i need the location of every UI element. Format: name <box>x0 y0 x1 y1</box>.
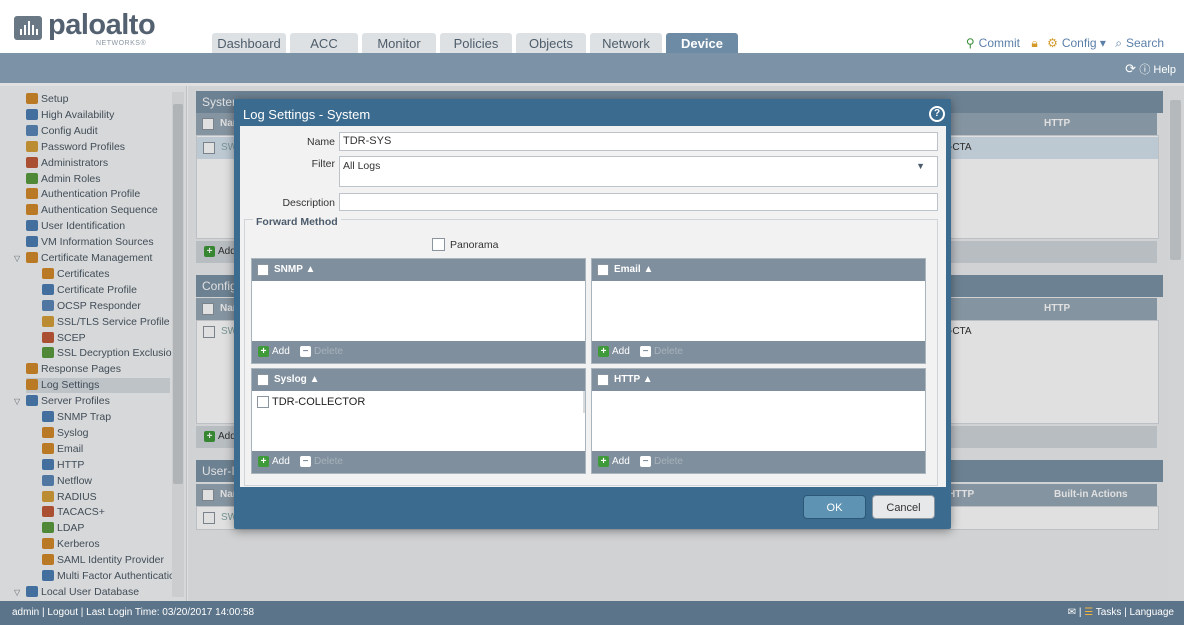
sub-toolbar <box>0 53 1184 83</box>
tab-monitor[interactable]: Monitor <box>362 33 436 53</box>
snmp-grid: SNMP ▲ + Add − Delete <box>251 258 586 364</box>
syslog-row-name: TDR-COLLECTOR <box>272 396 366 408</box>
logout-link[interactable]: Logout <box>47 607 78 618</box>
tab-objects[interactable]: Objects <box>516 33 586 53</box>
tasks-icon[interactable]: ☰ <box>1084 607 1093 618</box>
help-icon[interactable]: ⓘ <box>1139 64 1150 76</box>
syslog-row-checkbox[interactable] <box>257 396 269 408</box>
add-label: Add <box>272 456 290 467</box>
tasks-link[interactable]: Tasks <box>1096 607 1122 618</box>
email-add-button[interactable]: + Add <box>598 341 630 363</box>
description-label: Description <box>282 197 335 209</box>
plus-icon: + <box>258 346 269 357</box>
syslog-grid-scrollbar[interactable] <box>583 391 585 413</box>
add-label: Add <box>612 456 630 467</box>
name-input[interactable]: TDR-SYS <box>339 132 938 151</box>
dialog-title: Log Settings - System <box>243 107 371 122</box>
email-column[interactable]: Email ▲ <box>614 259 653 281</box>
http-select-all-checkbox[interactable] <box>597 374 609 386</box>
brand-name: paloalto <box>48 9 156 41</box>
status-left: admin | Logout | Last Login Time: 03/20/… <box>12 607 255 618</box>
minus-icon: − <box>300 456 311 467</box>
email-select-all-checkbox[interactable] <box>597 264 609 276</box>
delete-label: Delete <box>314 346 343 357</box>
http-grid-header[interactable]: HTTP ▲ <box>592 369 925 391</box>
paloalto-logo: paloalto NETWORKS® <box>14 9 156 50</box>
chevron-down-icon[interactable]: ▼ <box>916 161 925 171</box>
email-delete-button[interactable]: − Delete <box>640 341 683 363</box>
dialog-help-icon[interactable]: ? <box>929 106 945 122</box>
lock-icon[interactable]: 🔒︎ <box>1031 36 1037 50</box>
syslog-grid-footer: + Add − Delete <box>252 451 585 473</box>
snmp-grid-footer: + Add − Delete <box>252 341 585 363</box>
http-delete-button[interactable]: − Delete <box>640 451 683 473</box>
snmp-column[interactable]: SNMP ▲ <box>274 259 315 281</box>
snmp-select-all-checkbox[interactable] <box>257 264 269 276</box>
syslog-grid: Syslog ▲ TDR-COLLECTOR + Add − Delete <box>251 368 586 474</box>
status-user: admin <box>12 607 40 618</box>
syslog-grid-header[interactable]: Syslog ▲ <box>252 369 585 391</box>
email-grid-footer: + Add − Delete <box>592 341 925 363</box>
snmp-delete-button[interactable]: − Delete <box>300 341 343 363</box>
tab-acc[interactable]: ACC <box>290 33 358 53</box>
http-column[interactable]: HTTP ▲ <box>614 369 653 391</box>
filter-value: All Logs <box>343 160 381 172</box>
syslog-add-button[interactable]: + Add <box>258 451 290 473</box>
add-label: Add <box>612 346 630 357</box>
status-right: ✉ | ☰ Tasks | Language <box>1067 607 1175 618</box>
syslog-delete-button[interactable]: − Delete <box>300 451 343 473</box>
syslog-select-all-checkbox[interactable] <box>257 374 269 386</box>
add-label: Add <box>272 346 290 357</box>
config-menu[interactable]: Config ▾ <box>1062 36 1106 50</box>
tab-device[interactable]: Device <box>666 33 738 53</box>
language-link[interactable]: Language <box>1130 607 1175 618</box>
tab-policies[interactable]: Policies <box>440 33 512 53</box>
refresh-icon[interactable]: ⟳ <box>1125 61 1136 77</box>
http-grid: HTTP ▲ + Add − Delete <box>591 368 926 474</box>
minus-icon: − <box>640 346 651 357</box>
help-label[interactable]: Help <box>1153 64 1176 76</box>
commit-link[interactable]: Commit <box>979 36 1020 50</box>
tab-dashboard[interactable]: Dashboard <box>212 33 286 53</box>
search-icon[interactable]: ⌕ <box>1115 36 1122 50</box>
mail-icon[interactable]: ✉ <box>1068 607 1076 618</box>
delete-label: Delete <box>654 456 683 467</box>
logo-mark-icon <box>14 16 42 40</box>
email-grid-header[interactable]: Email ▲ <box>592 259 925 281</box>
http-grid-footer: + Add − Delete <box>592 451 925 473</box>
syslog-column[interactable]: Syslog ▲ <box>274 369 319 391</box>
plus-icon: + <box>258 456 269 467</box>
help-link[interactable]: ⓘ Help <box>1139 61 1176 77</box>
list-item[interactable]: TDR-COLLECTOR <box>252 394 585 411</box>
description-input[interactable] <box>339 193 938 211</box>
forward-method-label: Forward Method <box>253 216 341 228</box>
search-link[interactable]: Search <box>1126 36 1164 50</box>
top-actions: ⚲ Commit 🔒︎ ⚙ Config ▾ ⌕ Search <box>962 36 1164 51</box>
delete-label: Delete <box>654 346 683 357</box>
ok-button[interactable]: OK <box>803 495 866 519</box>
filter-select[interactable]: All Logs ▼ <box>339 156 938 187</box>
name-label: Name <box>306 136 335 148</box>
last-login: Last Login Time: 03/20/2017 14:00:58 <box>86 607 255 618</box>
plus-icon: + <box>598 456 609 467</box>
minus-icon: − <box>300 346 311 357</box>
panorama-label: Panorama <box>450 239 499 251</box>
snmp-grid-header[interactable]: SNMP ▲ <box>252 259 585 281</box>
config-icon[interactable]: ⚙ <box>1047 36 1058 50</box>
plus-icon: + <box>598 346 609 357</box>
minus-icon: − <box>640 456 651 467</box>
http-add-button[interactable]: + Add <box>598 451 630 473</box>
cancel-button[interactable]: Cancel <box>872 495 935 519</box>
filter-label: Filter <box>311 158 335 170</box>
delete-label: Delete <box>314 456 343 467</box>
panorama-checkbox[interactable] <box>432 238 445 251</box>
commit-icon[interactable]: ⚲ <box>966 36 975 50</box>
email-grid: Email ▲ + Add − Delete <box>591 258 926 364</box>
brand-sub: NETWORKS® <box>96 40 147 47</box>
tab-network[interactable]: Network <box>590 33 662 53</box>
snmp-add-button[interactable]: + Add <box>258 341 290 363</box>
